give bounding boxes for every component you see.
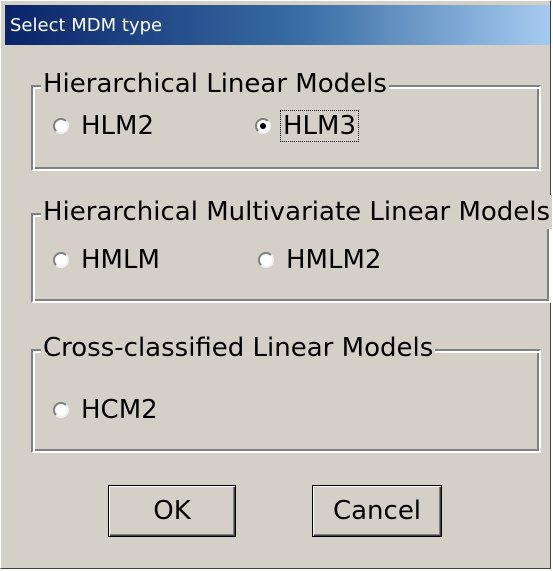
radio-label: HLM2 xyxy=(81,111,155,141)
group-label-hmlm: Hierarchical Multivariate Linear Models xyxy=(41,195,553,229)
group-label-hlm: Hierarchical Linear Models xyxy=(41,67,389,101)
radio-label: HCM2 xyxy=(81,395,158,425)
radio-circle xyxy=(53,402,69,418)
radio-circle xyxy=(258,252,274,268)
group-cross-classified-linear-models: Cross-classified Linear Models HCM2 xyxy=(31,331,541,453)
title-bar[interactable]: Select MDM type xyxy=(5,5,550,45)
radio-circle xyxy=(255,118,271,134)
radio-hmlm2[interactable]: HMLM2 xyxy=(258,245,383,275)
radio-hlm2[interactable]: HLM2 xyxy=(53,111,156,141)
radio-label: HMLM xyxy=(81,245,160,275)
group-hierarchical-multivariate-linear-models: Hierarchical Multivariate Linear Models … xyxy=(31,195,553,303)
radio-label: HMLM2 xyxy=(286,245,382,275)
cancel-button[interactable]: Cancel xyxy=(312,485,442,537)
radio-hcm2[interactable]: HCM2 xyxy=(53,395,160,425)
radio-circle xyxy=(53,118,69,134)
window-title: Select MDM type xyxy=(10,15,163,36)
radio-hlm3[interactable]: HLM3 xyxy=(255,110,360,142)
radio-hmlm[interactable]: HMLM xyxy=(53,245,162,275)
ok-button[interactable]: OK xyxy=(108,485,236,537)
radio-circle xyxy=(53,252,69,268)
radio-label: HLM3 xyxy=(279,110,360,142)
radio-selected-dot xyxy=(260,123,266,129)
group-label-hcm: Cross-classified Linear Models xyxy=(41,331,436,365)
dialog-window: Select MDM type Hierarchical Linear Mode… xyxy=(0,0,553,569)
group-hierarchical-linear-models: Hierarchical Linear Models HLM2 HLM3 xyxy=(31,67,541,171)
